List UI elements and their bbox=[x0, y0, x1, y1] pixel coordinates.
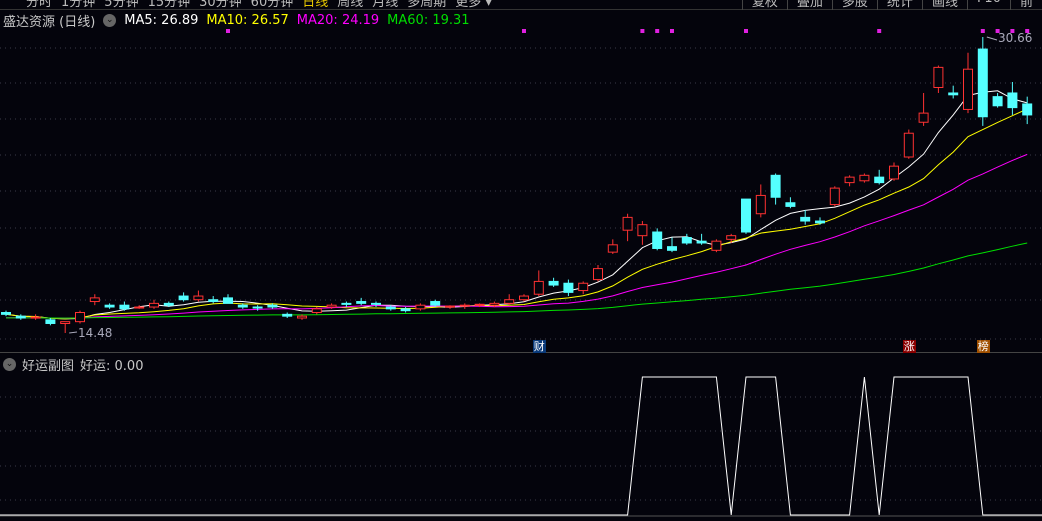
candle-up bbox=[134, 306, 145, 309]
candle-down bbox=[356, 301, 367, 304]
candle-up bbox=[622, 216, 633, 231]
candle-down bbox=[163, 302, 174, 306]
signal-line bbox=[0, 376, 1042, 516]
candle-up bbox=[578, 282, 589, 292]
candle-up bbox=[844, 176, 855, 184]
event-marker bbox=[877, 29, 882, 33]
candle-up bbox=[607, 244, 618, 253]
candle-down bbox=[770, 174, 781, 198]
event-marker bbox=[744, 29, 748, 33]
candle-up bbox=[311, 308, 322, 314]
max-price-label: 30.66 bbox=[998, 31, 1033, 45]
candle-down bbox=[178, 295, 189, 301]
event-marker bbox=[640, 29, 645, 33]
candle-up bbox=[30, 316, 41, 319]
candle-down bbox=[385, 306, 396, 310]
candle-down bbox=[252, 306, 263, 309]
min-price-label: 14.48 bbox=[78, 326, 113, 340]
candle-up bbox=[89, 297, 100, 303]
candle-up bbox=[711, 240, 722, 251]
event-marker bbox=[655, 29, 660, 33]
candle-down bbox=[815, 220, 825, 224]
candle-up bbox=[918, 112, 929, 123]
candle-down bbox=[400, 308, 411, 312]
candle-down bbox=[1007, 92, 1018, 109]
event-marker bbox=[522, 29, 526, 33]
candle-up bbox=[593, 268, 603, 281]
candle-up bbox=[149, 302, 159, 308]
candle-up bbox=[889, 165, 899, 180]
candle-down bbox=[874, 176, 885, 184]
max-pointer bbox=[986, 36, 998, 41]
event-marker bbox=[670, 29, 674, 33]
candle-up bbox=[519, 295, 529, 301]
candle-down bbox=[992, 96, 1003, 107]
candle-up bbox=[755, 194, 766, 215]
sub-chart-value: 好运: 0.00 bbox=[80, 359, 144, 374]
candle-up bbox=[903, 132, 914, 158]
candle-down bbox=[785, 202, 796, 207]
ma5-line bbox=[5, 90, 1028, 320]
candle-down bbox=[948, 92, 959, 96]
candle-down bbox=[15, 315, 26, 319]
candle-up bbox=[933, 66, 944, 88]
candle-down bbox=[548, 280, 559, 286]
candle-up bbox=[859, 174, 870, 182]
candle-down bbox=[237, 304, 248, 308]
candle-down bbox=[282, 313, 293, 317]
event-badge[interactable]: 涨 bbox=[902, 340, 916, 353]
candle-up bbox=[637, 224, 648, 237]
sub-chart-title: 好运副图 bbox=[22, 359, 75, 374]
min-pointer bbox=[69, 331, 78, 334]
candle-down bbox=[563, 282, 574, 293]
candle-down bbox=[696, 240, 707, 244]
candle-down bbox=[208, 299, 219, 303]
candle-up bbox=[326, 304, 337, 308]
candle-up bbox=[193, 295, 204, 301]
kline-chart[interactable] bbox=[0, 0, 1042, 521]
candle-up bbox=[459, 304, 470, 307]
ma20-line bbox=[6, 153, 1028, 319]
event-marker bbox=[226, 29, 230, 33]
sub-chart-legend: ⌄ 好运副图 好运: 0.00 bbox=[3, 355, 143, 374]
candle-down bbox=[741, 198, 751, 233]
candle-down bbox=[1022, 103, 1033, 116]
candle-up bbox=[474, 303, 485, 306]
candle-up bbox=[829, 187, 840, 206]
candle-up bbox=[415, 304, 426, 310]
candle-down bbox=[681, 237, 692, 244]
event-marker bbox=[980, 29, 985, 33]
collapse-chevron-icon[interactable]: ⌄ bbox=[3, 358, 16, 371]
candle-up bbox=[60, 321, 71, 324]
candle-up bbox=[297, 315, 307, 319]
candle-down bbox=[371, 302, 381, 305]
candle-up bbox=[963, 68, 973, 110]
candle-down bbox=[977, 48, 988, 118]
candle-down bbox=[45, 319, 56, 324]
candle-down bbox=[667, 246, 677, 251]
candle-up bbox=[533, 280, 544, 295]
candle-down bbox=[1, 312, 11, 315]
candle-down bbox=[104, 304, 115, 308]
candle-up bbox=[504, 299, 515, 304]
ma10-line bbox=[5, 108, 1028, 320]
candle-down bbox=[800, 216, 811, 222]
candle-down bbox=[430, 301, 441, 306]
event-badge[interactable]: 财 bbox=[532, 340, 546, 353]
candle-up bbox=[75, 312, 85, 323]
candle-down bbox=[341, 302, 352, 305]
candle-up bbox=[726, 235, 737, 240]
candle-down bbox=[652, 231, 663, 249]
candle-up bbox=[489, 302, 500, 306]
candle-up bbox=[445, 305, 455, 308]
candle-down bbox=[267, 304, 278, 308]
candle-down bbox=[223, 297, 233, 304]
event-badge[interactable]: 榜 bbox=[976, 340, 990, 353]
candle-down bbox=[119, 304, 130, 310]
